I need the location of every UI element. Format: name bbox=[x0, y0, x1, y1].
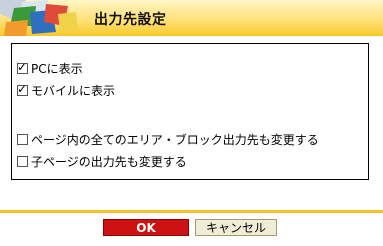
colorful-blocks-logo-icon bbox=[0, 0, 78, 36]
option-label: ページ内の全てのエリア・ブロック出力先も変更する bbox=[31, 132, 319, 147]
checkbox[interactable]: ✓ bbox=[17, 60, 28, 74]
dialog-header: 出力先設定 bbox=[0, 0, 383, 36]
option-change-child-pages[interactable]: 子ページの出力先も変更する bbox=[17, 153, 187, 169]
cancel-button[interactable]: キャンセル bbox=[195, 219, 277, 236]
ok-button[interactable]: OK bbox=[103, 219, 189, 236]
checkbox[interactable] bbox=[17, 155, 28, 167]
option-label: PCに表示 bbox=[31, 61, 83, 76]
checkbox[interactable]: ✓ bbox=[17, 82, 28, 96]
option-show-on-pc[interactable]: ✓ PCに表示 bbox=[17, 60, 83, 76]
options-panel: ✓ PCに表示 ✓ モバイルに表示 ページ内の全てのエリア・ブロック出力先も変更… bbox=[11, 43, 369, 180]
dialog-title: 出力先設定 bbox=[94, 12, 167, 28]
checkbox[interactable] bbox=[17, 133, 28, 145]
option-show-on-mobile[interactable]: ✓ モバイルに表示 bbox=[17, 82, 115, 98]
checkmark-icon: ✓ bbox=[17, 81, 28, 96]
checkmark-icon: ✓ bbox=[17, 59, 28, 74]
option-label: モバイルに表示 bbox=[31, 83, 116, 98]
option-label: 子ページの出力先も変更する bbox=[31, 154, 187, 169]
option-change-all-areas-blocks[interactable]: ページ内の全てのエリア・ブロック出力先も変更する bbox=[17, 131, 319, 147]
footer-divider bbox=[0, 210, 383, 213]
